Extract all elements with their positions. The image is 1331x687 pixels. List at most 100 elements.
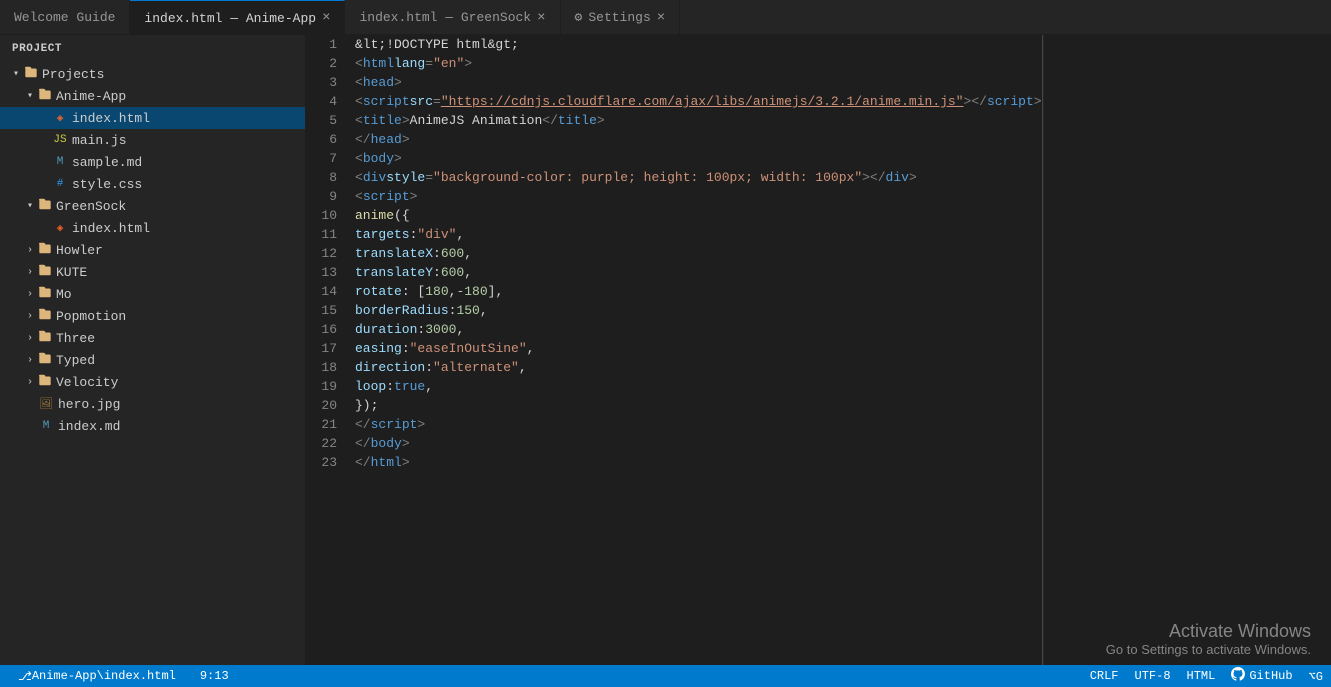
editor-area: 1234567891011121314151617181920212223 &l…	[305, 35, 1331, 665]
tree-item-popmotion[interactable]: ›Popmotion	[0, 305, 305, 327]
line-number: 5	[313, 111, 337, 130]
cursor-position[interactable]: 9:13	[192, 665, 237, 687]
tree-item-label: index.html	[72, 221, 150, 236]
file-icon: JS	[52, 134, 68, 146]
tab-index-greensock[interactable]: index.html — GreenSock ×	[345, 0, 560, 35]
tab-settings-label: Settings	[588, 10, 650, 25]
tree-item-label: Projects	[42, 67, 104, 82]
tab-index-anime[interactable]: index.html — Anime-App ×	[130, 0, 345, 35]
main-area: Project ▾Projects▾Anime-App◈index.htmlJS…	[0, 35, 1331, 665]
language-text: HTML	[1187, 669, 1216, 683]
tree-item-style-css[interactable]: #style.css	[0, 173, 305, 195]
activation-title: Activate Windows	[1106, 621, 1311, 642]
code-line: </head>	[355, 130, 1042, 149]
tree-item-greensock[interactable]: ▾GreenSock	[0, 195, 305, 217]
activation-watermark: Activate Windows Go to Settings to activ…	[1106, 621, 1311, 657]
position-text: 9:13	[200, 669, 229, 683]
line-number: 11	[313, 225, 337, 244]
github-icon	[1231, 667, 1245, 685]
line-number: 8	[313, 168, 337, 187]
code-line: </script>	[355, 415, 1042, 434]
folder-icon	[24, 65, 38, 83]
line-number: 4	[313, 92, 337, 111]
tree-item-label: index.md	[58, 419, 120, 434]
code-line: </html>	[355, 453, 1042, 472]
encoding-selector[interactable]: UTF-8	[1127, 665, 1179, 687]
close-icon[interactable]: ×	[322, 10, 330, 26]
github-button[interactable]: GitHub	[1223, 665, 1300, 687]
eol-text: CRLF	[1090, 669, 1119, 683]
tree-item-index-md[interactable]: Mindex.md	[0, 415, 305, 437]
file-icon: M	[52, 156, 68, 168]
tree-item-projects[interactable]: ▾Projects	[0, 63, 305, 85]
line-number: 9	[313, 187, 337, 206]
tree-item-hero-jpg[interactable]: 🖼hero.jpg	[0, 393, 305, 415]
chevron-icon: ›	[22, 355, 38, 366]
git-icon: ⎇	[18, 669, 32, 684]
code-line: <div style="background-color: purple; he…	[355, 168, 1042, 187]
tree-item-label: sample.md	[72, 155, 142, 170]
sidebar-header: Project	[0, 35, 305, 63]
line-number: 22	[313, 434, 337, 453]
encoding-text: UTF-8	[1135, 669, 1171, 683]
git-status[interactable]: ⌥G	[1301, 665, 1331, 687]
sidebar: Project ▾Projects▾Anime-App◈index.htmlJS…	[0, 35, 305, 665]
line-number: 17	[313, 339, 337, 358]
branch-name: Anime-App\index.html	[32, 669, 176, 683]
tab-index-greensock-label: index.html — GreenSock	[359, 10, 531, 25]
folder-icon	[38, 351, 52, 369]
tab-index-anime-label: index.html — Anime-App	[144, 11, 316, 26]
tab-welcome[interactable]: Welcome Guide	[0, 0, 130, 35]
tree-item-kute[interactable]: › KUTE	[0, 261, 305, 283]
folder-icon	[38, 329, 52, 347]
chevron-icon: ▾	[22, 200, 38, 212]
settings-icon: ⚙	[575, 10, 583, 25]
tree-item-anime-app[interactable]: ▾Anime-App	[0, 85, 305, 107]
code-line: translateY: 600,	[355, 263, 1042, 282]
tree-item-main-js[interactable]: JS main.js	[0, 129, 305, 151]
tab-welcome-label: Welcome Guide	[14, 10, 115, 25]
tree-item-three[interactable]: ›Three	[0, 327, 305, 349]
git-status-icon: ⌥G	[1309, 669, 1323, 684]
tree-item-index-html[interactable]: ◈index.html	[0, 107, 305, 129]
code-line: easing: "easeInOutSine",	[355, 339, 1042, 358]
line-number: 16	[313, 320, 337, 339]
code-line: direction: "alternate",	[355, 358, 1042, 377]
line-number: 10	[313, 206, 337, 225]
chevron-icon: ›	[22, 333, 38, 344]
line-number: 18	[313, 358, 337, 377]
code-line: &lt;!DOCTYPE html&gt;	[355, 35, 1042, 54]
close-icon[interactable]: ×	[657, 10, 665, 26]
code-line: borderRadius: 150,	[355, 301, 1042, 320]
git-branch[interactable]: ⎇ Anime-App\index.html	[10, 665, 184, 687]
status-left: ⎇ Anime-App\index.html 9:13	[0, 665, 247, 687]
eol-selector[interactable]: CRLF	[1082, 665, 1127, 687]
tree-item-greensock-index[interactable]: ◈index.html	[0, 217, 305, 239]
tab-settings[interactable]: ⚙ Settings ×	[561, 0, 681, 35]
chevron-icon: ›	[22, 267, 38, 278]
file-icon: M	[38, 420, 54, 432]
language-selector[interactable]: HTML	[1179, 665, 1224, 687]
folder-icon	[38, 197, 52, 215]
chevron-icon: ›	[22, 289, 38, 300]
tree-item-typed[interactable]: ›Typed	[0, 349, 305, 371]
tree-item-label: main.js	[72, 133, 127, 148]
tree-item-velocity[interactable]: ›Velocity	[0, 371, 305, 393]
line-number: 15	[313, 301, 337, 320]
line-number: 13	[313, 263, 337, 282]
status-bar: ⎇ Anime-App\index.html 9:13 CRLF UTF-8 H…	[0, 665, 1331, 687]
editor-wrapper: 1234567891011121314151617181920212223 &l…	[305, 35, 1042, 665]
folder-icon	[38, 285, 52, 303]
tree-item-label: KUTE	[56, 265, 87, 280]
tree-item-howler[interactable]: ›Howler	[0, 239, 305, 261]
line-number: 14	[313, 282, 337, 301]
code-editor[interactable]: &lt;!DOCTYPE html&gt;<html lang="en"> <h…	[345, 35, 1042, 665]
line-number: 21	[313, 415, 337, 434]
code-line: <head>	[355, 73, 1042, 92]
close-icon[interactable]: ×	[537, 10, 545, 26]
tree-item-mo[interactable]: ›Mo	[0, 283, 305, 305]
code-line: targets: "div",	[355, 225, 1042, 244]
tree-item-sample-md[interactable]: Msample.md	[0, 151, 305, 173]
chevron-icon: ›	[22, 311, 38, 322]
code-line: <html lang="en">	[355, 54, 1042, 73]
